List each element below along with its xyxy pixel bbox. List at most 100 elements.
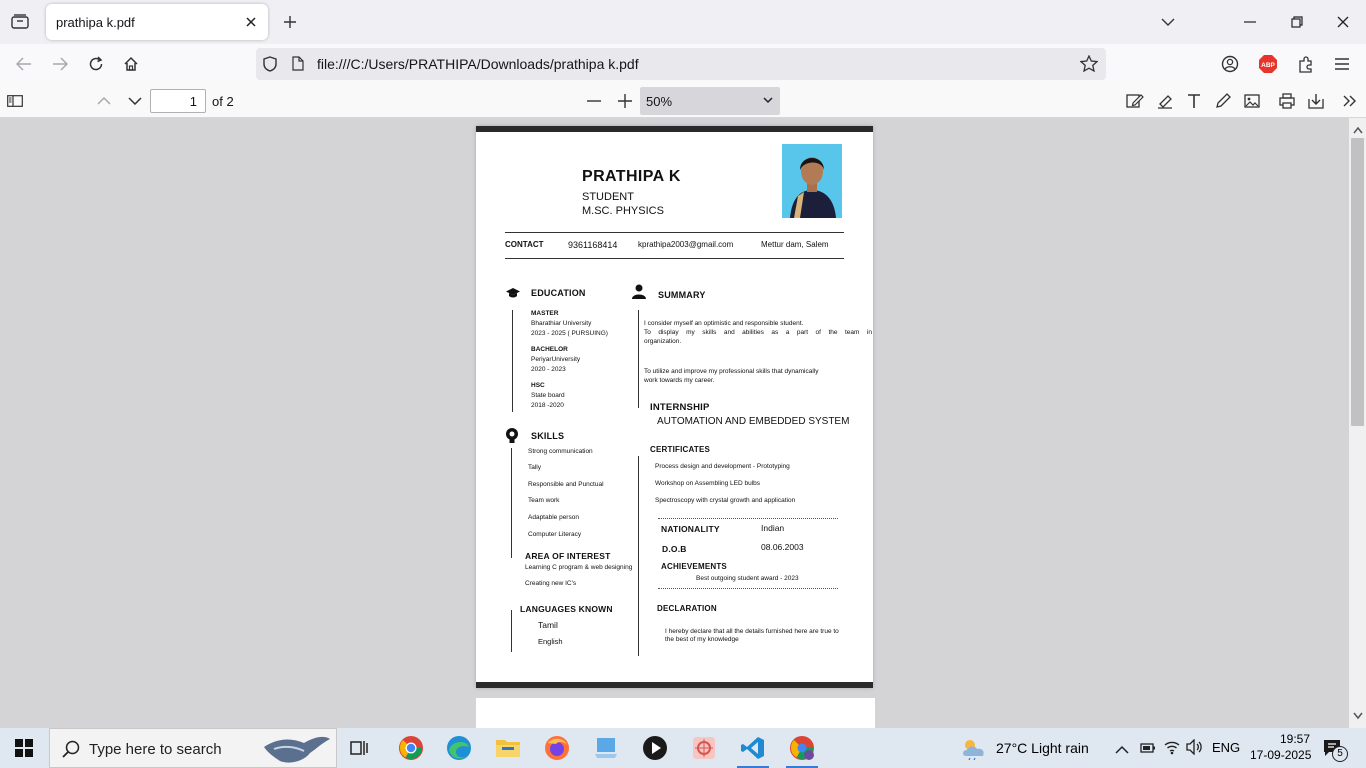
- firefox-icon[interactable]: [541, 732, 573, 764]
- divider: [505, 232, 844, 233]
- volume-icon[interactable]: [1186, 738, 1204, 760]
- home-icon[interactable]: [119, 52, 143, 76]
- summary-text: To utilize and improve my professional s…: [644, 368, 819, 375]
- address-bar[interactable]: file:///C:/Users/PRATHIPA/Downloads/prat…: [256, 48, 1106, 80]
- vertical-scrollbar[interactable]: [1349, 118, 1366, 728]
- file-explorer-icon[interactable]: [492, 732, 524, 764]
- language-indicator[interactable]: ENG: [1212, 740, 1240, 755]
- weather-text[interactable]: 27°C Light rain: [996, 740, 1089, 756]
- zoom-in-icon[interactable]: [613, 89, 637, 113]
- tab-list-icon[interactable]: [8, 10, 32, 34]
- interest-item: Creating new IC's: [525, 580, 577, 587]
- skill-item: Team work: [528, 497, 560, 504]
- show-hidden-icons-icon[interactable]: [1115, 742, 1129, 760]
- clock-time[interactable]: 19:57: [1264, 732, 1326, 746]
- summary-text: To display my skills and abilities as a …: [644, 329, 872, 336]
- zoom-select[interactable]: 50%: [640, 87, 780, 115]
- achievement-item: Best outgoing student award - 2023: [696, 575, 799, 582]
- nationality-value: Indian: [761, 523, 785, 533]
- dob-value: 08.06.2003: [761, 542, 804, 552]
- media-player-icon[interactable]: [639, 732, 671, 764]
- restore-icon[interactable]: [1285, 10, 1309, 34]
- summary-text: work towards my career.: [644, 377, 715, 384]
- adblock-plus-icon[interactable]: ABP: [1256, 52, 1280, 76]
- nationality-label: NATIONALITY: [661, 524, 720, 534]
- back-icon[interactable]: [12, 52, 36, 76]
- svg-text:ABP: ABP: [1261, 62, 1275, 69]
- highlight-icon[interactable]: [1153, 89, 1177, 113]
- zoom-out-icon[interactable]: [582, 89, 606, 113]
- scroll-down-icon[interactable]: [1353, 707, 1363, 725]
- scroll-up-icon[interactable]: [1353, 121, 1363, 139]
- skill-item: Adaptable person: [528, 514, 579, 521]
- save-download-icon[interactable]: [1304, 89, 1328, 113]
- skill-item: Computer Literacy: [528, 531, 582, 538]
- account-icon[interactable]: [1218, 52, 1242, 76]
- text-tool-icon[interactable]: [1182, 89, 1206, 113]
- task-view-icon[interactable]: [344, 732, 376, 764]
- timeline-line: [512, 310, 513, 412]
- edge-icon[interactable]: [443, 732, 475, 764]
- search-placeholder: Type here to search: [89, 741, 222, 758]
- timeline-line: [638, 456, 639, 656]
- chrome-profile-icon[interactable]: [786, 732, 818, 764]
- pdf-viewer[interactable]: PRATHIPA K STUDENT M.SC. PHYSICS CONTACT…: [0, 118, 1366, 728]
- certificate-item: Workshop on Assembling LED bulbs: [655, 480, 761, 487]
- education-years: 2023 - 2025 ( PURSUING): [531, 330, 608, 337]
- tracking-protection-icon[interactable]: [263, 56, 277, 77]
- skill-item: Responsible and Punctual: [528, 481, 604, 488]
- timeline-line: [638, 310, 639, 408]
- vscode-icon[interactable]: [737, 732, 769, 764]
- print-icon[interactable]: [1275, 89, 1299, 113]
- skills-heading: SKILLS: [531, 431, 565, 441]
- pc-settings-icon[interactable]: [590, 732, 622, 764]
- skill-item: Tally: [528, 464, 542, 471]
- taskbar-search[interactable]: Type here to search: [49, 728, 337, 768]
- menu-icon[interactable]: [1330, 52, 1354, 76]
- edit-pdf-icon[interactable]: [1123, 89, 1147, 113]
- minimize-icon[interactable]: [1238, 10, 1262, 34]
- page-count: of 2: [212, 94, 234, 109]
- previous-page-icon[interactable]: [92, 89, 116, 113]
- snipping-tool-icon[interactable]: [688, 732, 720, 764]
- reload-icon[interactable]: [84, 52, 108, 76]
- file-icon: [292, 56, 304, 76]
- lightbulb-icon: [505, 427, 519, 450]
- extensions-icon[interactable]: [1294, 52, 1318, 76]
- draw-icon[interactable]: [1211, 89, 1235, 113]
- summary-text: organization.: [644, 338, 682, 345]
- next-page-icon[interactable]: [123, 89, 147, 113]
- top-band: [476, 126, 873, 132]
- close-tab-icon[interactable]: [242, 13, 260, 31]
- education-level: HSC: [531, 382, 545, 389]
- forward-icon[interactable]: [48, 52, 72, 76]
- wifi-icon[interactable]: [1163, 739, 1181, 760]
- start-windows-icon[interactable]: [8, 732, 40, 764]
- add-image-icon[interactable]: [1240, 89, 1264, 113]
- clock-date[interactable]: 17-09-2025: [1250, 748, 1311, 762]
- list-all-tabs-icon[interactable]: [1156, 10, 1180, 34]
- certificates-heading: CERTIFICATES: [650, 445, 711, 454]
- zoom-value: 50%: [646, 94, 673, 109]
- pdf-page-2: [476, 698, 875, 728]
- new-tab-icon[interactable]: [280, 12, 300, 32]
- more-tools-icon[interactable]: [1338, 89, 1362, 113]
- education-years: 2020 - 2023: [531, 366, 566, 373]
- languages-heading: LANGUAGES KNOWN: [520, 604, 613, 614]
- weather-icon[interactable]: [958, 732, 990, 764]
- graduation-cap-icon: [506, 286, 520, 304]
- scrollbar-thumb[interactable]: [1351, 138, 1364, 426]
- chrome-icon[interactable]: [395, 732, 427, 764]
- bottom-band: [476, 682, 873, 688]
- close-window-icon[interactable]: [1331, 10, 1355, 34]
- chevron-down-icon: [762, 93, 774, 112]
- page-number-input[interactable]: 1: [150, 89, 206, 113]
- sidebar-toggle-icon[interactable]: [3, 89, 27, 113]
- tab-title: prathipa k.pdf: [56, 15, 135, 30]
- language-item: English: [538, 637, 563, 646]
- resume-role: STUDENT: [582, 191, 634, 203]
- summary-heading: SUMMARY: [658, 290, 706, 300]
- bookmark-star-icon[interactable]: [1079, 54, 1099, 77]
- battery-icon[interactable]: [1140, 741, 1156, 759]
- browser-tab[interactable]: prathipa k.pdf: [46, 4, 268, 40]
